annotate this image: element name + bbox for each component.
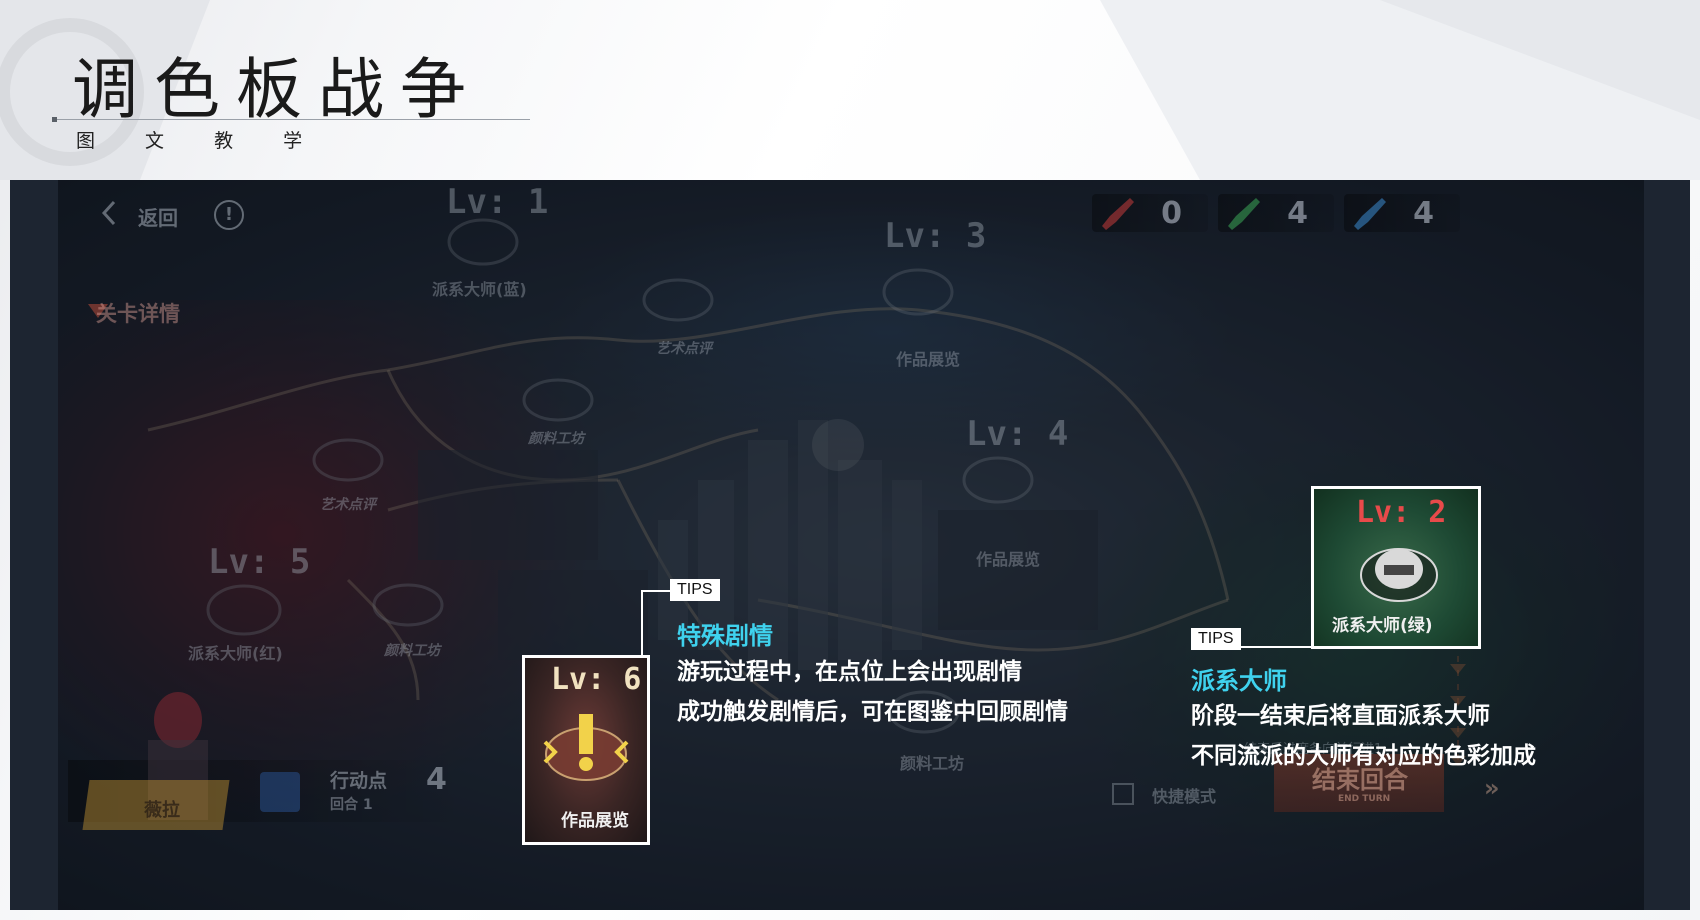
map-node-exhibition-2[interactable]: 作品展览	[976, 546, 1040, 570]
fast-forward-icon[interactable]: »	[1484, 774, 1500, 802]
info-icon[interactable]: !	[214, 200, 244, 230]
green-paint-count: 4	[1287, 196, 1308, 231]
map-node-paint-workshop[interactable]: 颜料工坊	[528, 428, 584, 448]
level-details-button[interactable]: 关卡详情	[96, 298, 180, 328]
tip2-title: 派系大师	[1191, 667, 1287, 695]
tip1-line-2: 成功触发剧情后，可在图鉴中回顾剧情	[677, 699, 1068, 725]
tip1-title: 特殊剧情	[677, 622, 773, 650]
tip2-thumbnail-level: Lv: 2	[1356, 495, 1447, 530]
green-paint-brush-icon	[1228, 198, 1260, 230]
page-subtitle: 图 文 教 学	[76, 130, 325, 152]
round-counter: 回合 1	[330, 797, 373, 813]
red-paint-brush-icon	[1102, 198, 1134, 230]
map-node-faction-master-red[interactable]: 派系大师(红)	[188, 640, 283, 664]
map-node-art-review[interactable]: 艺术点评	[656, 338, 712, 358]
map-node-exhibition[interactable]: 作品展览	[896, 346, 960, 370]
resource-green-paint: 4	[1218, 194, 1334, 232]
tip1-thumbnail-level: Lv: 6	[551, 662, 642, 697]
red-paint-count: 0	[1161, 196, 1182, 231]
blue-paint-count: 4	[1413, 196, 1434, 231]
map-node-art-review-2[interactable]: 艺术点评	[320, 494, 376, 514]
action-points-label: 行动点	[330, 770, 388, 792]
back-button[interactable]: 返回	[138, 202, 178, 231]
page-title: 调色板战争	[72, 51, 482, 128]
tip1-thumbnail-label: 作品展览	[561, 811, 629, 831]
character-name: 薇拉	[144, 800, 180, 821]
map-node-faction-master-blue[interactable]: 派系大师(蓝)	[432, 276, 527, 300]
title-divider-dot	[52, 117, 57, 122]
tip1-node-thumbnail: Lv: 6 作品展览	[522, 655, 650, 845]
resource-red-paint: 0	[1092, 194, 1208, 232]
map-node-paint-workshop-2[interactable]: 颜料工坊	[384, 640, 440, 660]
title-divider	[54, 119, 530, 120]
quick-mode-checkbox[interactable]	[1112, 783, 1134, 805]
tip2-node-thumbnail: Lv: 2 派系大师(绿)	[1311, 486, 1481, 649]
quick-mode-label[interactable]: 快捷模式	[1152, 783, 1216, 807]
tip1-tag: TIPS	[670, 579, 720, 601]
tip2-line-2: 不同流派的大师有对应的色彩加成	[1191, 743, 1536, 769]
map-level-3: Lv: 3	[884, 216, 987, 256]
tip2-tag: TIPS	[1191, 628, 1241, 650]
map-level-5: Lv: 5	[208, 542, 311, 582]
tip1-connector-vertical	[641, 590, 643, 656]
blue-paint-brush-icon	[1354, 198, 1386, 230]
action-points-icon	[260, 772, 300, 812]
tip2-line-1: 阶段一结束后将直面派系大师	[1191, 703, 1490, 729]
map-level-1: Lv: 1	[446, 182, 549, 222]
resource-blue-paint: 4	[1344, 194, 1460, 232]
back-arrow-icon[interactable]	[98, 198, 120, 228]
story-event-icon	[543, 714, 629, 781]
end-turn-sublabel: END TURN	[1338, 794, 1391, 804]
action-points-value: 4	[426, 762, 447, 797]
tip1-line-1: 游玩过程中，在点位上会出现剧情	[677, 659, 1022, 685]
faction-master-icon	[1360, 548, 1438, 602]
tip2-thumbnail-label: 派系大师(绿)	[1332, 616, 1433, 636]
map-level-4: Lv: 4	[966, 414, 1069, 454]
map-node-paint-workshop-3[interactable]: 颜料工坊	[900, 750, 964, 774]
